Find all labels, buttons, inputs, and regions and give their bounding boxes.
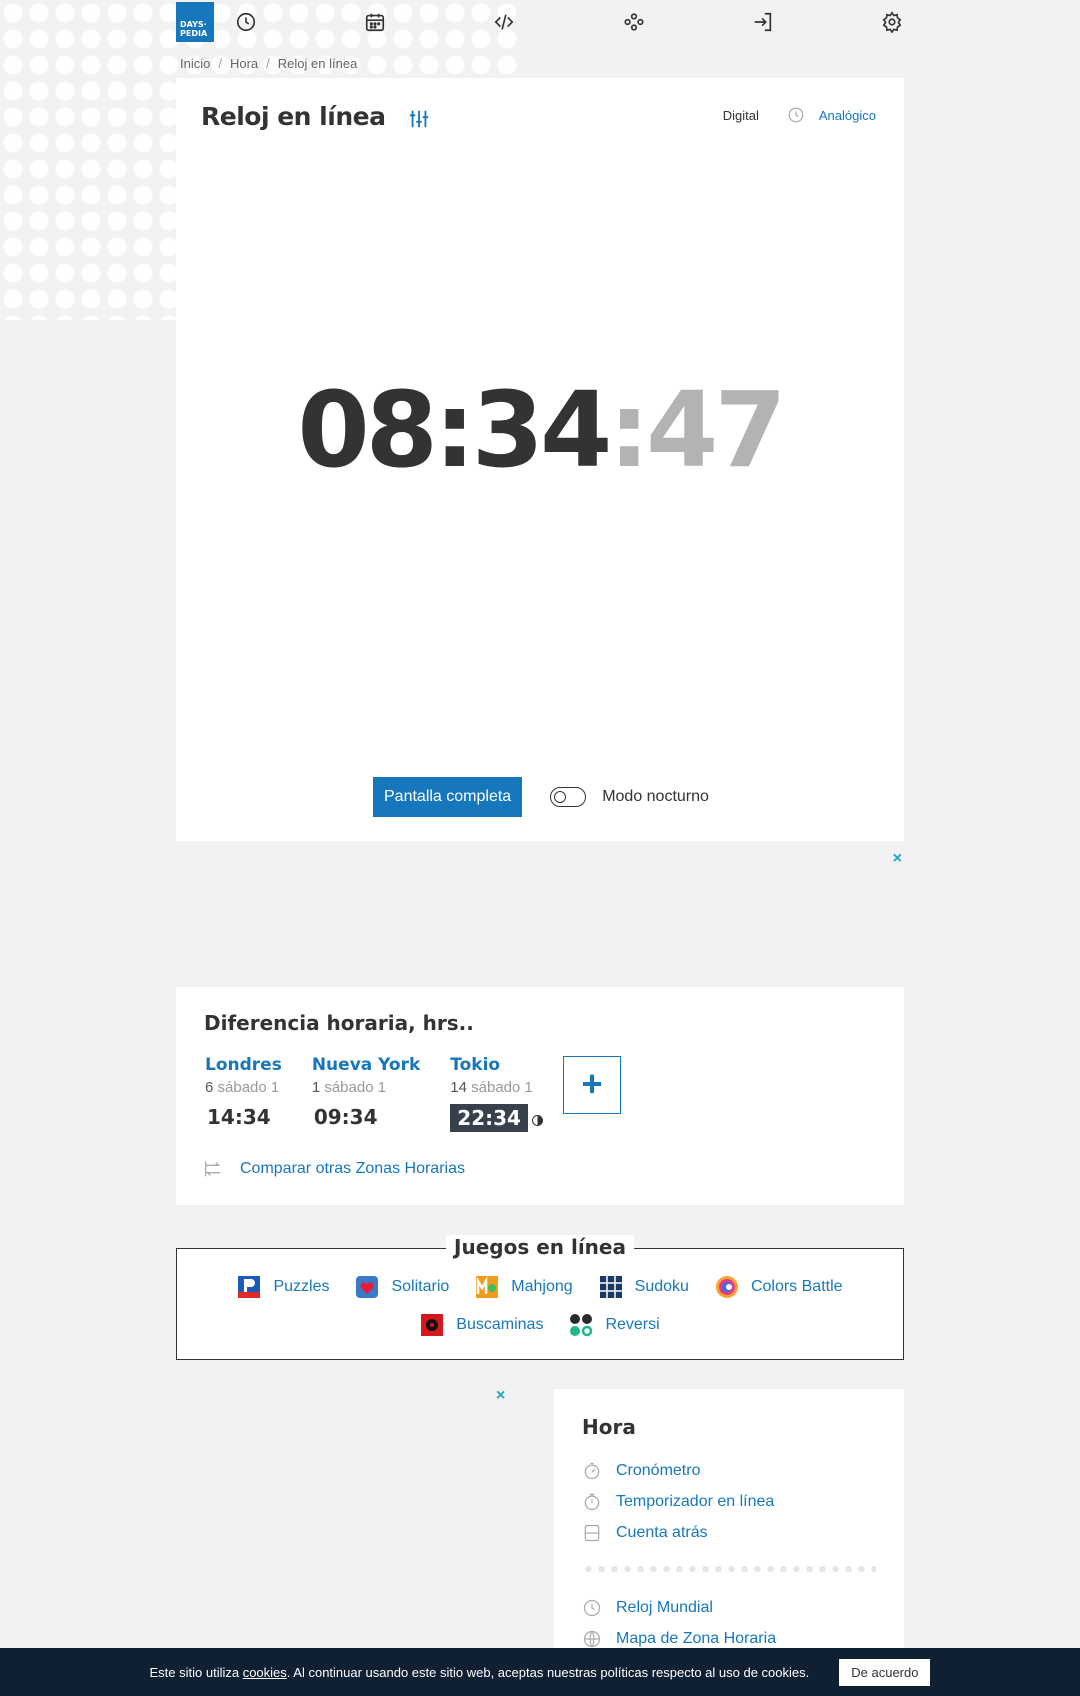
clock-icon[interactable] [234,10,258,34]
solitaire-icon [356,1276,379,1298]
city-tokyo: Tokio 14 sábado 1 22:34 [450,1055,543,1132]
city-new-york: Nueva York 1 sábado 1 09:34 [311,1055,421,1129]
city-list: Londres 6 sábado 1 14:34 Nueva York 1 sá… [205,1055,573,1132]
ad-banner: × [176,850,904,972]
clock-seconds: :47 [608,369,786,491]
timer-icon [584,1493,600,1510]
digital-clock: 08:34:47 [176,378,904,482]
online-games-box: Juegos en línea Puzzles Solitario Mahjon… [176,1235,904,1360]
dayspedia-logo[interactable]: DAYS· PEDIA [176,2,214,42]
sudoku-icon [599,1276,622,1298]
compare-timezones-link[interactable]: Comparar otras Zonas Horarias [202,1158,465,1180]
breadcrumb-home[interactable]: Inicio [180,56,210,71]
games-title: Juegos en línea [446,1235,634,1259]
world-clock-icon [583,1599,601,1616]
time-difference-title: Diferencia horaria, hrs.. [204,1011,474,1035]
minesweeper-icon [421,1314,444,1336]
cookie-accept-button[interactable]: De acuerdo [839,1658,931,1686]
side-title: Hora [582,1415,636,1439]
city-london: Londres 6 sábado 1 14:34 [205,1055,282,1129]
ad-close-icon[interactable]: × [893,850,902,868]
clock-hours-minutes: 08:34 [297,369,612,491]
code-icon[interactable] [492,10,516,34]
link-timer[interactable]: Temporizador en línea [582,1486,876,1517]
game-sudoku[interactable]: Sudoku [599,1275,689,1299]
breadcrumb-current: Reloj en línea [277,56,358,71]
top-nav: DAYS· PEDIA [176,0,904,44]
countdown-icon [584,1524,600,1541]
game-reversi[interactable]: Reversi [569,1313,660,1337]
games-icon[interactable] [622,10,646,34]
link-stopwatch[interactable]: Cronómetro [582,1455,876,1486]
puzzles-icon [238,1276,261,1298]
divider [582,1566,876,1572]
link-world-clock[interactable]: Reloj Mundial [582,1592,876,1623]
reversi-icon [570,1314,593,1337]
breadcrumb: Inicio / Hora / Reloj en línea [180,56,358,71]
game-minesweeper[interactable]: Buscaminas [420,1313,543,1337]
colors-battle-icon [715,1276,738,1298]
game-puzzles[interactable]: Puzzles [237,1275,329,1299]
ad-block: × [176,1387,512,1649]
moon-icon [531,1115,543,1127]
night-time-badge: 22:34 [450,1104,528,1132]
mahjong-icon [476,1276,499,1298]
cookie-banner: Este sitio utiliza cookies. Al continuar… [0,1648,1080,1696]
game-colors-battle[interactable]: Colors Battle [715,1275,843,1299]
mode-analog[interactable]: Analógico [787,106,876,124]
login-icon[interactable] [751,10,775,34]
calendar-icon[interactable] [363,10,387,34]
clock-mode-switch: Digital Analógico [723,106,876,124]
link-countdown[interactable]: Cuenta atrás [582,1517,876,1548]
analog-clock-icon [788,107,804,123]
hora-links-card: Hora Cronómetro Temporizador en línea Cu… [554,1389,904,1649]
globe-icon [583,1630,601,1647]
sliders-icon[interactable] [408,108,430,130]
night-mode-label: Modo nocturno [602,788,709,805]
game-solitaire[interactable]: Solitario [355,1275,449,1299]
night-mode-toggle[interactable] [550,787,587,807]
add-city-button[interactable]: + [563,1056,621,1114]
fullscreen-button[interactable]: Pantalla completa [373,777,523,817]
cookies-link[interactable]: cookies [243,1665,287,1680]
ad-close-icon[interactable]: × [496,1387,505,1405]
game-mahjong[interactable]: Mahjong [475,1275,573,1299]
compare-icon [204,1161,221,1177]
page-title: Reloj en línea [201,102,386,131]
breadcrumb-hora[interactable]: Hora [230,56,258,71]
time-difference-card: Diferencia horaria, hrs.. Londres 6 sába… [176,987,904,1205]
clock-card: Reloj en línea Digital Analógico 08:34:4… [176,78,904,841]
stopwatch-icon [584,1462,600,1479]
clock-controls: Pantalla completa Modo nocturno [373,777,709,817]
mode-digital[interactable]: Digital [723,108,759,123]
settings-gear-icon[interactable] [880,10,904,34]
